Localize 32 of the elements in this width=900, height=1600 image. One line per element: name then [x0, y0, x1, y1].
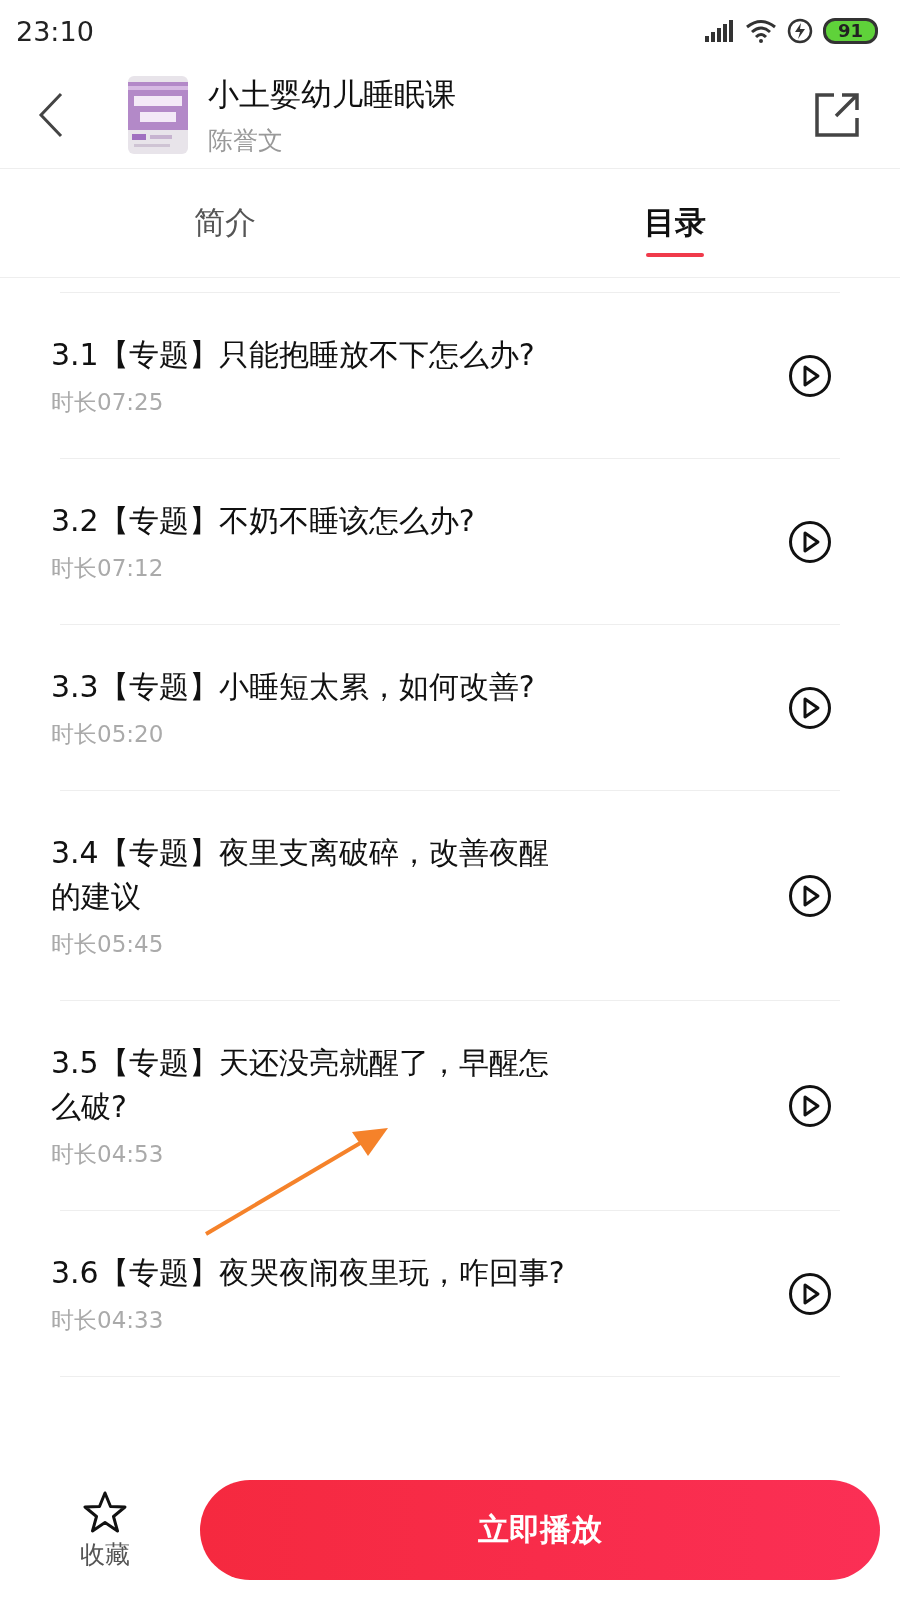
episode-title[interactable]: 3.5【专题】天还没亮就醒了，早醒怎么破? [51, 1041, 566, 1129]
episode-title[interactable]: 3.4【专题】夜里支离破碎，改善夜醒的建议 [51, 831, 566, 919]
play-icon[interactable] [788, 685, 832, 730]
back-icon[interactable] [38, 92, 64, 138]
episode-duration: 时长07:25 [51, 388, 165, 417]
play-icon[interactable] [788, 1083, 832, 1128]
episode-title[interactable]: 3.6【专题】夜哭夜闹夜里玩，咋回事? [51, 1251, 566, 1295]
play-icon[interactable] [788, 519, 832, 564]
wifi-icon [744, 19, 777, 43]
play-icon[interactable] [788, 353, 832, 398]
star-icon[interactable] [82, 1489, 128, 1534]
signal-icon [704, 20, 735, 42]
episode-title[interactable]: 3.1【专题】只能抱睡放不下怎么办? [51, 333, 566, 377]
status-time: 23:10 [16, 15, 94, 47]
episode-duration: 时长05:45 [51, 930, 165, 959]
tab[interactable]: 目录 [450, 169, 900, 277]
episode-duration: 时长07:12 [51, 554, 165, 583]
favorite-label[interactable]: 收藏 [80, 1537, 130, 1571]
episode-duration: 时长04:53 [51, 1140, 165, 1169]
play-icon[interactable] [788, 873, 832, 918]
author-name: 陈誉文 [208, 124, 284, 157]
episode-title[interactable]: 3.2【专题】不奶不睡该怎么办? [51, 499, 566, 543]
tab[interactable]: 简介 [0, 169, 450, 277]
charging-icon [786, 18, 813, 44]
play-now-button[interactable]: 立即播放 [200, 1480, 880, 1580]
course-title: 小土婴幼儿睡眠课 [208, 74, 457, 114]
episode-title[interactable]: 3.3【专题】小睡短太累，如何改善? [51, 665, 566, 709]
episode-duration: 时长04:33 [51, 1306, 165, 1335]
share-icon[interactable] [814, 92, 860, 138]
play-icon[interactable] [788, 1271, 832, 1316]
episode-duration: 时长05:20 [51, 720, 165, 749]
battery-level: 91 [822, 18, 878, 44]
